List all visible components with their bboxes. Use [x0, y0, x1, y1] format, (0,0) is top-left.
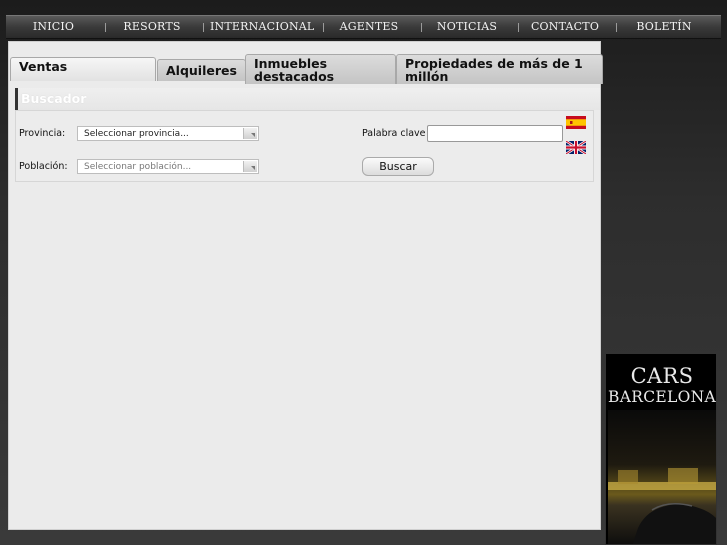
chevron-down-icon [243, 161, 257, 172]
keyword-input[interactable] [427, 125, 563, 142]
nav-inicio[interactable]: INICIO [26, 16, 81, 38]
ad-title-line1: CARS [630, 364, 694, 388]
cars-barcelona-ad[interactable]: CARS BARCELONA [605, 353, 717, 545]
chevron-down-icon [243, 128, 257, 139]
tab-alquileres[interactable]: Alquileres [157, 59, 246, 81]
search-header [15, 88, 600, 110]
keyword-label: Palabra clave [362, 128, 426, 139]
buscar-button[interactable]: Buscar [362, 157, 434, 176]
tab-propiedades-millon[interactable]: Propiedades de más de 1 millón [396, 54, 603, 84]
nav-separator [421, 23, 422, 32]
provincia-select-value: Seleccionar provincia... [84, 129, 189, 139]
uk-flag-icon[interactable] [566, 141, 586, 154]
tab-ventas[interactable]: Ventas [10, 57, 156, 81]
nav-separator [203, 23, 204, 32]
spanish-flag-icon[interactable] [566, 116, 586, 129]
nav-noticias[interactable]: NOTICIAS [432, 16, 502, 38]
search-form: Provincia: Seleccionar provincia... Pobl… [15, 110, 594, 182]
search-title: Buscador [21, 91, 87, 106]
nav-internacional[interactable]: INTERNACIONAL [210, 16, 314, 38]
top-nav: INICIO RESORTS INTERNACIONAL AGENTES NOT… [6, 15, 721, 39]
tab-inmuebles-destacados[interactable]: Inmuebles destacados [245, 54, 396, 84]
nav-contacto[interactable]: CONTACTO [526, 16, 604, 38]
provincia-label: Provincia: [19, 128, 66, 139]
nav-boletin[interactable]: BOLETÍN [628, 16, 700, 38]
nav-separator [518, 23, 519, 32]
nav-separator [323, 23, 324, 32]
main-panel: Ventas Alquileres Inmuebles destacados P… [8, 41, 603, 530]
car-photo-icon [608, 468, 716, 544]
provincia-select[interactable]: Seleccionar provincia... [77, 126, 259, 141]
poblacion-select[interactable]: Seleccionar población... [77, 159, 259, 174]
nav-separator [105, 23, 106, 32]
nav-separator [616, 23, 617, 32]
nav-resorts[interactable]: RESORTS [118, 16, 186, 38]
nav-agentes[interactable]: AGENTES [336, 16, 402, 38]
ad-title-line2: BARCELONA [608, 388, 716, 406]
search-header-marker [15, 88, 18, 110]
car-showroom-image [608, 410, 716, 544]
poblacion-select-value: Seleccionar población... [84, 162, 192, 172]
poblacion-label: Población: [19, 161, 68, 172]
